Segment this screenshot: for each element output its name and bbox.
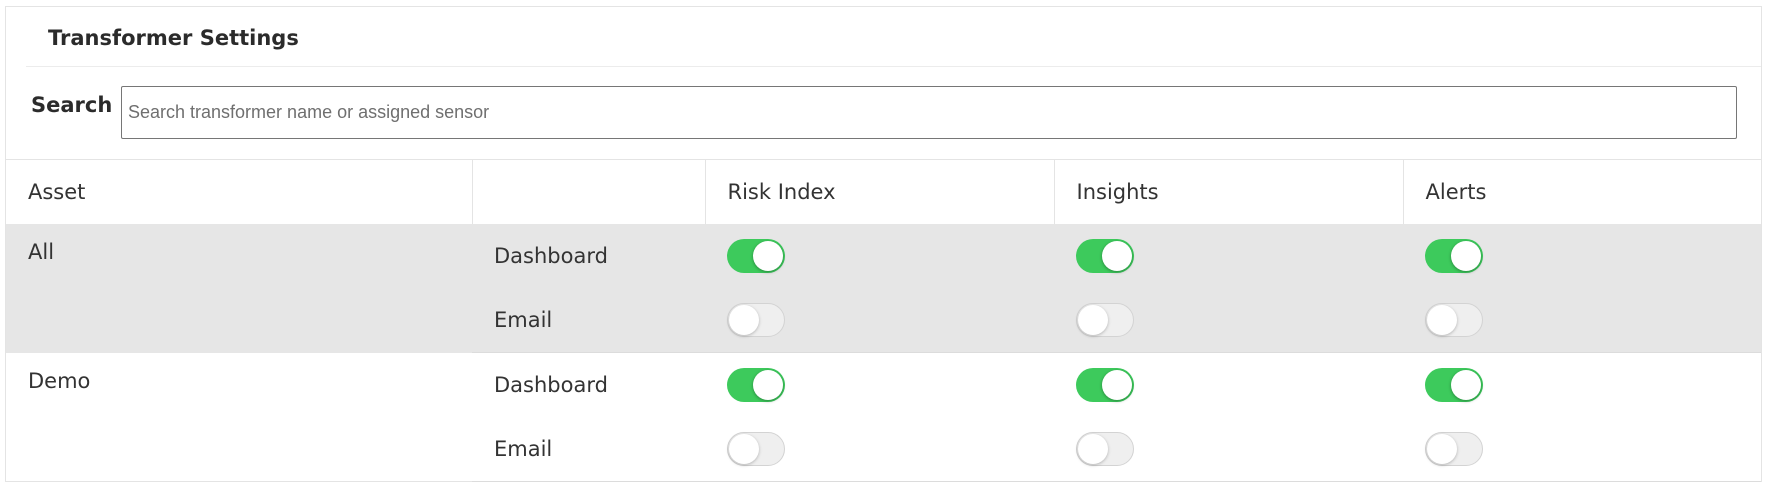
alerts-toggle[interactable] (1425, 432, 1483, 466)
channel-label: Email (472, 288, 705, 353)
risk-index-toggle[interactable] (727, 368, 785, 402)
risk-index-toggle[interactable] (727, 432, 785, 466)
header-alerts: Alerts (1425, 180, 1487, 204)
toggle-knob (729, 434, 759, 464)
insights-toggle[interactable] (1076, 303, 1134, 337)
panel-title: Transformer Settings (48, 26, 299, 50)
header-risk-index: Risk Index (705, 160, 1055, 224)
alerts-toggle[interactable] (1425, 239, 1483, 273)
toggle-knob (1102, 241, 1132, 271)
transformer-settings-panel: Transformer Settings Search Asset Risk I… (5, 6, 1762, 482)
asset-name: All (6, 224, 472, 353)
risk-index-toggle[interactable] (727, 303, 785, 337)
toggle-knob (1451, 241, 1481, 271)
alerts-toggle[interactable] (1425, 303, 1483, 337)
toggle-knob (753, 241, 783, 271)
insights-toggle[interactable] (1076, 239, 1134, 273)
alerts-toggle[interactable] (1425, 368, 1483, 402)
toggle-knob (1427, 434, 1457, 464)
channel-label: Email (472, 417, 705, 482)
table-row: All Dashboard (6, 224, 1761, 353)
toggle-knob (1078, 434, 1108, 464)
header-insights: Insights (1054, 160, 1404, 224)
toggle-knob (1427, 305, 1457, 335)
asset-name: Demo (28, 368, 91, 393)
toggle-knob (729, 305, 759, 335)
insights-toggle[interactable] (1076, 432, 1134, 466)
channel-label: Dashboard (494, 373, 608, 397)
toggle-knob (753, 370, 783, 400)
header-asset: Asset (6, 160, 473, 224)
settings-table: Asset Risk Index Insights Alerts All Das… (6, 160, 1761, 482)
toggle-knob (1102, 370, 1132, 400)
header-channel (472, 160, 706, 224)
table-row: Demo Dashboard (6, 353, 1761, 418)
table-header-row: Asset Risk Index Insights Alerts (6, 160, 1761, 224)
insights-toggle[interactable] (1076, 368, 1134, 402)
toggle-knob (1451, 370, 1481, 400)
title-divider (26, 66, 1761, 67)
channel-label: Dashboard (472, 224, 705, 288)
risk-index-toggle[interactable] (727, 239, 785, 273)
search-label: Search (31, 93, 113, 117)
toggle-knob (1078, 305, 1108, 335)
search-input[interactable] (121, 86, 1737, 139)
